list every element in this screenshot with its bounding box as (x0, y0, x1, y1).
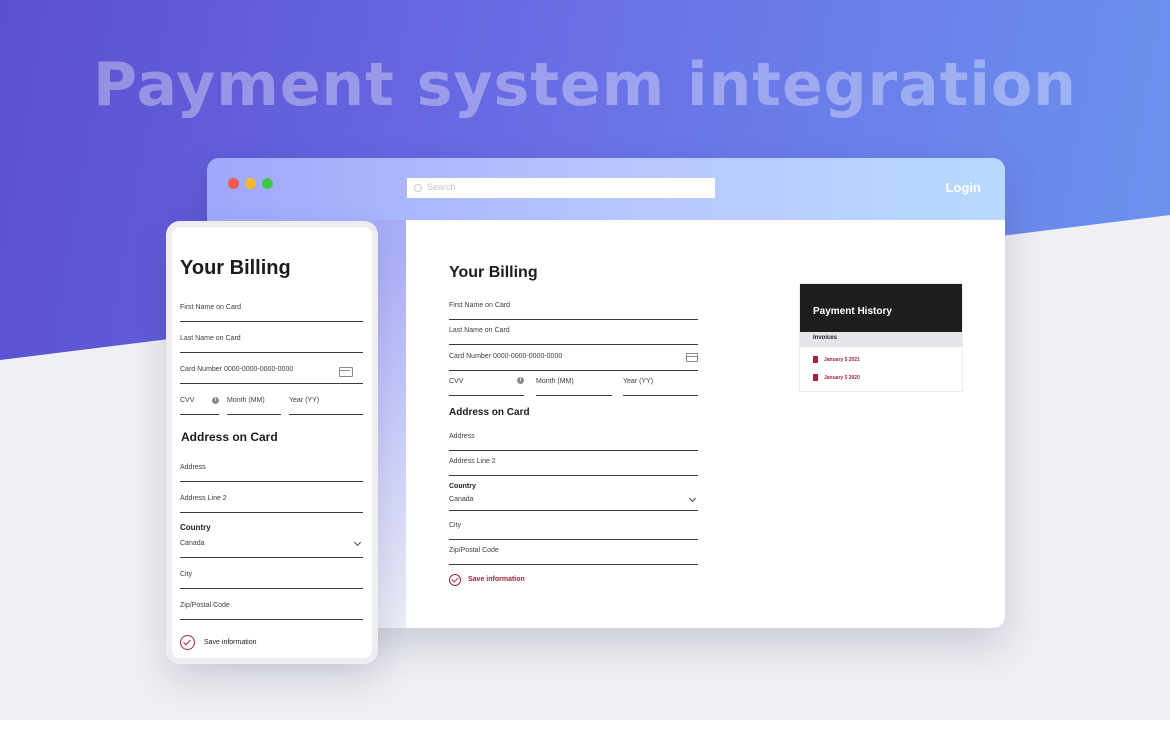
minimize-window-dot[interactable] (245, 178, 256, 189)
browser-toolbar: Search Login (207, 158, 1005, 220)
year-label: Year (YY) (289, 397, 320, 404)
year-field[interactable]: Year (YY) (623, 371, 698, 396)
city-field[interactable]: City (180, 562, 363, 589)
chevron-down-icon (353, 538, 362, 547)
save-information-label: Save information (204, 639, 257, 646)
invoice-link[interactable]: January 5 2021 (824, 357, 860, 363)
address-label: Address (180, 464, 206, 471)
check-circle-icon (449, 574, 461, 586)
pdf-file-icon (813, 356, 818, 363)
address-label: Address (449, 433, 475, 440)
country-select[interactable]: Canada (180, 536, 363, 558)
address-line2-label: Address Line 2 (449, 458, 496, 465)
headline: Payment system integration (93, 50, 1077, 120)
search-placeholder: Search (427, 182, 456, 192)
month-label: Month (MM) (227, 397, 265, 404)
card-number-field[interactable]: Card Number 0000-0000-0000-0000 (449, 346, 698, 371)
search-input[interactable]: Search (407, 178, 715, 198)
mobile-device: Your Billing First Name on Card Last Nam… (166, 221, 378, 664)
cvv-label: CVV (449, 378, 464, 385)
invoices-label: Invoices (813, 335, 838, 341)
city-label: City (180, 571, 193, 578)
last-name-field[interactable]: Last Name on Card (449, 320, 698, 345)
pdf-file-icon (813, 374, 818, 381)
year-field[interactable]: Year (YY) (289, 388, 363, 415)
invoice-link[interactable]: January 5 2020 (824, 375, 860, 381)
address-line2-label: Address Line 2 (180, 495, 227, 502)
search-icon (414, 184, 422, 192)
billing-page: Your Billing First Name on Card Last Nam… (406, 220, 1005, 628)
close-window-dot[interactable] (228, 178, 239, 189)
card-number-label: Card Number 0000-0000-0000-0000 (449, 353, 563, 360)
address-field[interactable]: Address (180, 455, 363, 482)
year-label: Year (YY) (623, 378, 654, 385)
address-field[interactable]: Address (449, 426, 698, 451)
payment-history-panel: Payment History Invoices January 5 2021 … (799, 283, 963, 392)
country-label: Country (180, 523, 211, 532)
first-name-field[interactable]: First Name on Card (180, 295, 363, 322)
last-name-label: Last Name on Card (180, 335, 241, 342)
billing-title: Your Billing (180, 257, 291, 279)
info-icon[interactable]: i (212, 397, 219, 404)
country-value: Canada (449, 496, 474, 503)
city-field[interactable]: City (449, 515, 698, 540)
month-field[interactable]: Month (MM) (227, 388, 281, 415)
month-field[interactable]: Month (MM) (536, 371, 612, 396)
cvv-label: CVV (180, 397, 195, 404)
payment-history-title: Payment History (813, 306, 892, 317)
first-name-label: First Name on Card (180, 304, 242, 311)
address-line2-field[interactable]: Address Line 2 (180, 486, 363, 513)
credit-card-icon (339, 367, 353, 377)
month-label: Month (MM) (536, 378, 574, 385)
chevron-down-icon (688, 494, 697, 503)
invoices-header: Invoices (800, 332, 962, 347)
last-name-field[interactable]: Last Name on Card (180, 326, 363, 353)
first-name-field[interactable]: First Name on Card (449, 295, 698, 320)
zip-label: Zip/Postal Code (449, 547, 499, 554)
credit-card-icon (686, 353, 698, 362)
maximize-window-dot[interactable] (262, 178, 273, 189)
cvv-field[interactable]: CVV i (449, 371, 524, 396)
first-name-label: First Name on Card (449, 302, 511, 309)
country-value: Canada (180, 540, 205, 547)
cvv-field[interactable]: CVV i (180, 388, 219, 415)
address-section-title: Address on Card (181, 430, 278, 444)
save-information-label: Save information (468, 576, 525, 583)
billing-title: Your Billing (449, 264, 538, 281)
country-label: Country (449, 483, 476, 490)
check-circle-icon (180, 635, 195, 650)
zip-field[interactable]: Zip/Postal Code (449, 540, 698, 565)
info-icon[interactable]: i (517, 377, 524, 384)
card-number-field[interactable]: Card Number 0000-0000-0000-0000 (180, 357, 363, 384)
login-button[interactable]: Login (946, 180, 981, 195)
last-name-label: Last Name on Card (449, 327, 510, 334)
payment-history-header: Payment History (800, 284, 962, 332)
city-label: City (449, 522, 462, 529)
address-section-title: Address on Card (449, 407, 530, 418)
country-select[interactable]: Canada (449, 494, 698, 511)
card-number-label: Card Number 0000-0000-0000-0000 (180, 366, 294, 373)
zip-field[interactable]: Zip/Postal Code (180, 593, 363, 620)
zip-label: Zip/Postal Code (180, 602, 230, 609)
address-line2-field[interactable]: Address Line 2 (449, 451, 698, 476)
